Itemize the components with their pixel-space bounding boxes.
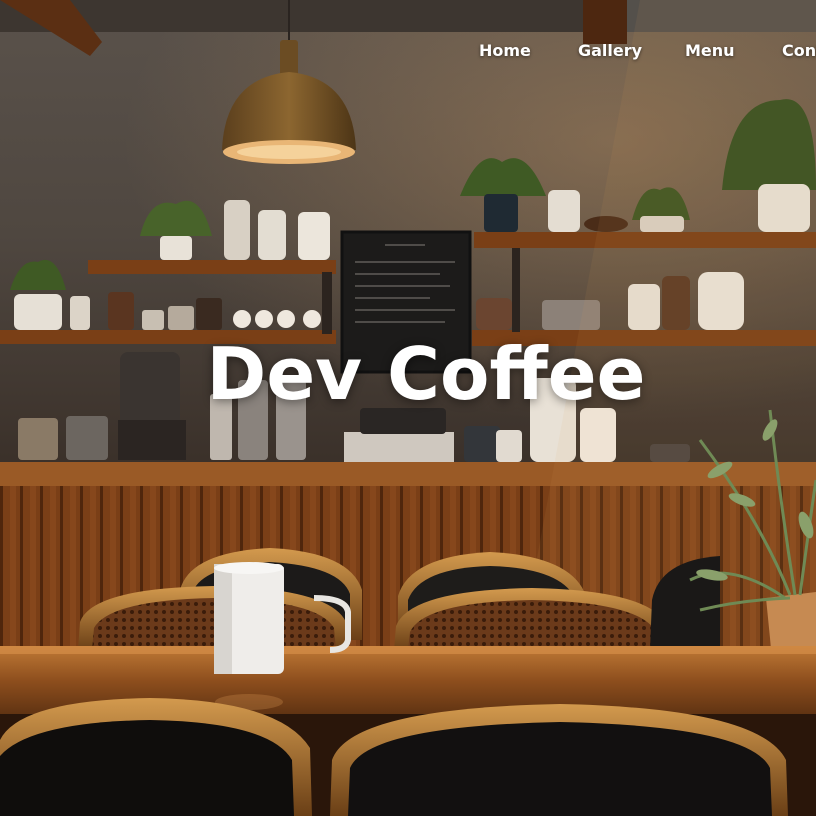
nav-link-gallery[interactable]: Gallery (578, 38, 642, 64)
nav-link-contact[interactable]: Contact (782, 38, 816, 64)
hero-section: Home Gallery Menu Contact Dev Coffee (0, 0, 816, 816)
hero-title: Dev Coffee (206, 332, 646, 416)
nav-link-home[interactable]: Home (479, 38, 531, 64)
nav-link-menu[interactable]: Menu (685, 38, 735, 64)
nav-list: Home Gallery Menu Contact (0, 38, 816, 64)
